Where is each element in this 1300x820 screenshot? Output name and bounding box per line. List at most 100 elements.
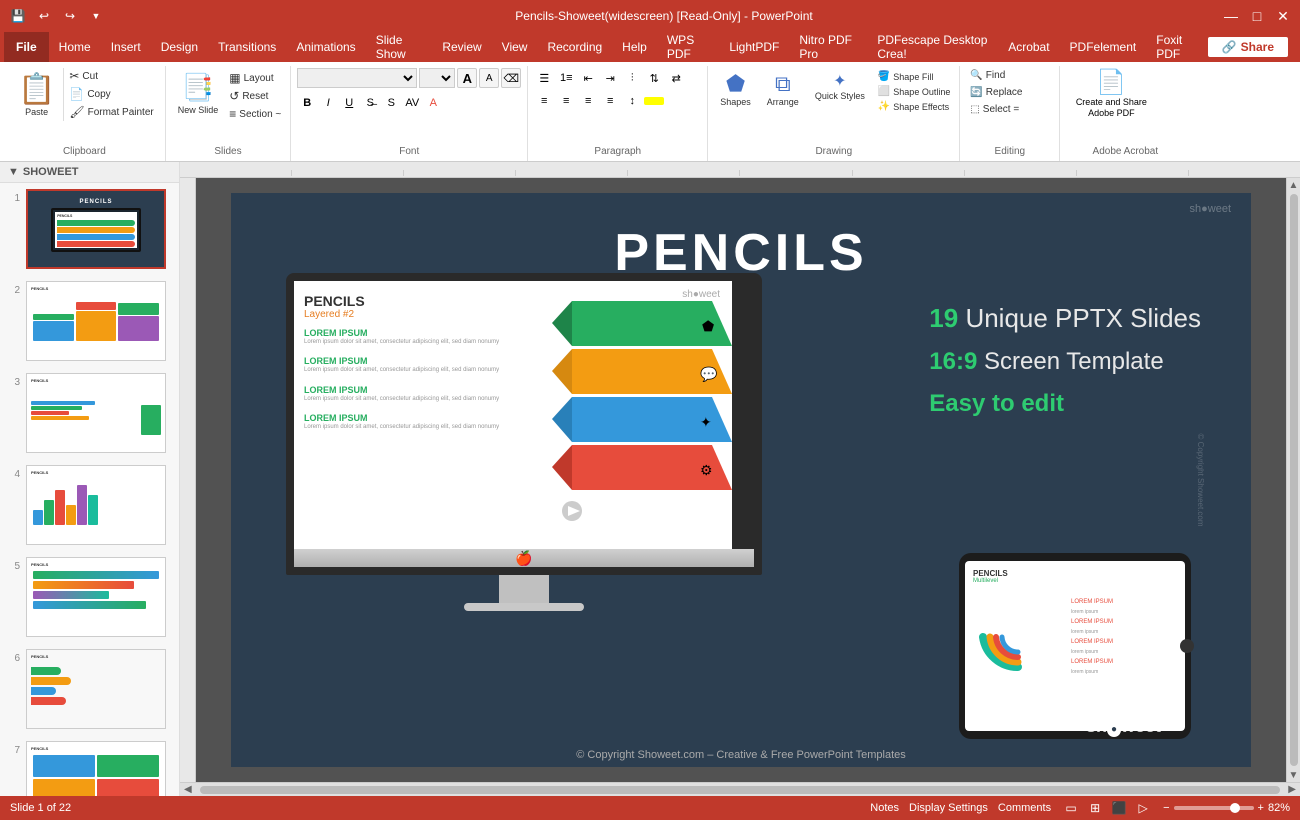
slide-sorter-button[interactable]: ⊞	[1085, 800, 1105, 816]
direction-button[interactable]: ⇅	[644, 68, 664, 88]
window-controls[interactable]: — □ ✕	[1222, 7, 1292, 25]
h-scroll-thumb[interactable]	[200, 786, 1281, 794]
paste-button[interactable]: 📋 Paste	[10, 68, 64, 121]
menu-lightpdf[interactable]: LightPDF	[719, 32, 789, 62]
scroll-left-arrow[interactable]: ◀	[180, 784, 196, 795]
arrange-button[interactable]: ⧉ Arrange	[761, 68, 805, 110]
slide-thumb-5[interactable]: 5 PENCILS	[0, 551, 179, 643]
customize-icon[interactable]: ▼	[86, 6, 106, 26]
align-center[interactable]: ≡	[556, 91, 576, 111]
menu-animations[interactable]: Animations	[286, 32, 365, 62]
scroll-right-arrow[interactable]: ▶	[1284, 784, 1300, 795]
decrease-font-size[interactable]: A	[479, 68, 499, 88]
zoom-in-button[interactable]: +	[1258, 802, 1264, 814]
slide-thumb-4[interactable]: 4 PENCILS	[0, 459, 179, 551]
slide-thumb-1[interactable]: 1 PENCILS PENCILS	[0, 183, 179, 275]
quick-styles-button[interactable]: ✦ Quick Styles	[809, 68, 871, 104]
replace-button[interactable]: 🔄Replace	[966, 85, 1053, 100]
share-button[interactable]: 🔗 Share	[1208, 37, 1288, 57]
comments-button[interactable]: Comments	[998, 802, 1051, 814]
shape-effects-button[interactable]: ✨Shape Effects	[875, 100, 954, 113]
increase-indent[interactable]: ⇥	[600, 68, 620, 88]
highlight[interactable]	[644, 97, 664, 105]
menu-foxit[interactable]: Foxit PDF	[1146, 32, 1207, 62]
file-menu[interactable]: File	[4, 32, 49, 62]
menu-transitions[interactable]: Transitions	[208, 32, 286, 62]
bullets-button[interactable]: ☰	[534, 68, 554, 88]
menu-nitro[interactable]: Nitro PDF Pro	[789, 32, 867, 62]
slide-thumb-3[interactable]: 3 PENCILS	[0, 367, 179, 459]
slide-thumbnail-3[interactable]: PENCILS	[26, 373, 166, 453]
menu-acrobat[interactable]: Acrobat	[998, 32, 1059, 62]
notes-button[interactable]: Notes	[870, 802, 899, 814]
reset-button[interactable]: ↺Reset	[226, 88, 284, 104]
slide-thumb-7[interactable]: 7 PENCILS	[0, 735, 179, 796]
slide-canvas[interactable]: PENCILS PENCILS Layered #2 sh●weet	[196, 178, 1286, 782]
increase-font-size[interactable]: A	[457, 68, 477, 88]
slide-thumbnail-2[interactable]: PENCILS	[26, 281, 166, 361]
menu-help[interactable]: Help	[612, 32, 657, 62]
slideshow-button[interactable]: ▷	[1133, 800, 1153, 816]
underline-button[interactable]: U	[339, 93, 359, 113]
layout-button[interactable]: ▦Layout	[226, 70, 284, 86]
right-scrollbar[interactable]: ▲ ▼	[1286, 178, 1300, 782]
scroll-thumb[interactable]	[1290, 194, 1298, 766]
italic-button[interactable]: I	[318, 93, 338, 113]
font-family-select[interactable]	[297, 68, 417, 88]
menu-home[interactable]: Home	[49, 32, 101, 62]
menu-slideshow[interactable]: Slide Show	[366, 32, 433, 62]
bold-button[interactable]: B	[297, 93, 317, 113]
maximize-button[interactable]: □	[1248, 7, 1266, 25]
slide-thumb-6[interactable]: 6 PENCILS	[0, 643, 179, 735]
font-color-button[interactable]: A	[423, 93, 443, 113]
slide-thumb-2[interactable]: 2 PENCILS	[0, 275, 179, 367]
new-slide-button[interactable]: 📑 New Slide	[172, 68, 225, 119]
strikethrough-button[interactable]: S̶	[360, 93, 380, 113]
menu-pdfescape[interactable]: PDFescape Desktop Crea!	[867, 32, 998, 62]
close-button[interactable]: ✕	[1274, 7, 1292, 25]
font-size-select[interactable]	[419, 68, 455, 88]
redo-icon[interactable]: ↪	[60, 6, 80, 26]
slide-thumbnail-6[interactable]: PENCILS	[26, 649, 166, 729]
menu-view[interactable]: View	[492, 32, 538, 62]
create-share-pdf-button[interactable]: 📄 Create and Share Adobe PDF	[1066, 68, 1156, 119]
reading-view-button[interactable]: ⬛	[1109, 800, 1129, 816]
menu-insert[interactable]: Insert	[101, 32, 151, 62]
slide-thumbnail-4[interactable]: PENCILS	[26, 465, 166, 545]
zoom-level[interactable]: 82%	[1268, 802, 1290, 814]
menu-design[interactable]: Design	[151, 32, 208, 62]
line-spacing[interactable]: ↕	[622, 91, 642, 111]
section-button[interactable]: ≡Section ~	[226, 106, 284, 122]
find-button[interactable]: 🔍Find	[966, 68, 1053, 83]
convert-button[interactable]: ⇄	[666, 68, 686, 88]
shape-fill-button[interactable]: 🪣Shape Fill	[875, 70, 954, 83]
align-right[interactable]: ≡	[578, 91, 598, 111]
menu-review[interactable]: Review	[432, 32, 491, 62]
char-spacing-button[interactable]: AV	[402, 93, 422, 113]
menu-wpspdf[interactable]: WPS PDF	[657, 32, 719, 62]
cut-button[interactable]: ✂Cut	[66, 68, 156, 84]
columns-button[interactable]: ⫶	[622, 68, 642, 88]
slide-thumbnail-1[interactable]: PENCILS PENCILS	[26, 189, 166, 269]
format-painter-button[interactable]: 🖌Format Painter	[66, 104, 156, 120]
slide-thumbnail-5[interactable]: PENCILS	[26, 557, 166, 637]
zoom-out-button[interactable]: −	[1163, 802, 1169, 814]
menu-recording[interactable]: Recording	[537, 32, 612, 62]
clear-format[interactable]: ⌫	[501, 68, 521, 88]
minimize-button[interactable]: —	[1222, 7, 1240, 25]
copy-button[interactable]: 📄Copy	[66, 86, 156, 102]
horizontal-scrollbar[interactable]: ◀ ▶	[180, 782, 1300, 796]
numbering-button[interactable]: 1≡	[556, 68, 576, 88]
zoom-slider[interactable]	[1174, 806, 1254, 810]
display-settings-button[interactable]: Display Settings	[909, 802, 988, 814]
shape-outline-button[interactable]: ⬜Shape Outline	[875, 85, 954, 98]
shadow-button[interactable]: S	[381, 93, 401, 113]
scroll-down-arrow[interactable]: ▼	[1287, 768, 1300, 782]
select-button[interactable]: ⬚Select =	[966, 102, 1053, 117]
quick-access-toolbar[interactable]: 💾 ↩ ↪ ▼	[8, 6, 106, 26]
save-icon[interactable]: 💾	[8, 6, 28, 26]
shapes-button[interactable]: ⬟ Shapes	[714, 68, 757, 110]
scroll-up-arrow[interactable]: ▲	[1287, 178, 1300, 192]
menu-pdfelement[interactable]: PDFelement	[1060, 32, 1147, 62]
decrease-indent[interactable]: ⇤	[578, 68, 598, 88]
